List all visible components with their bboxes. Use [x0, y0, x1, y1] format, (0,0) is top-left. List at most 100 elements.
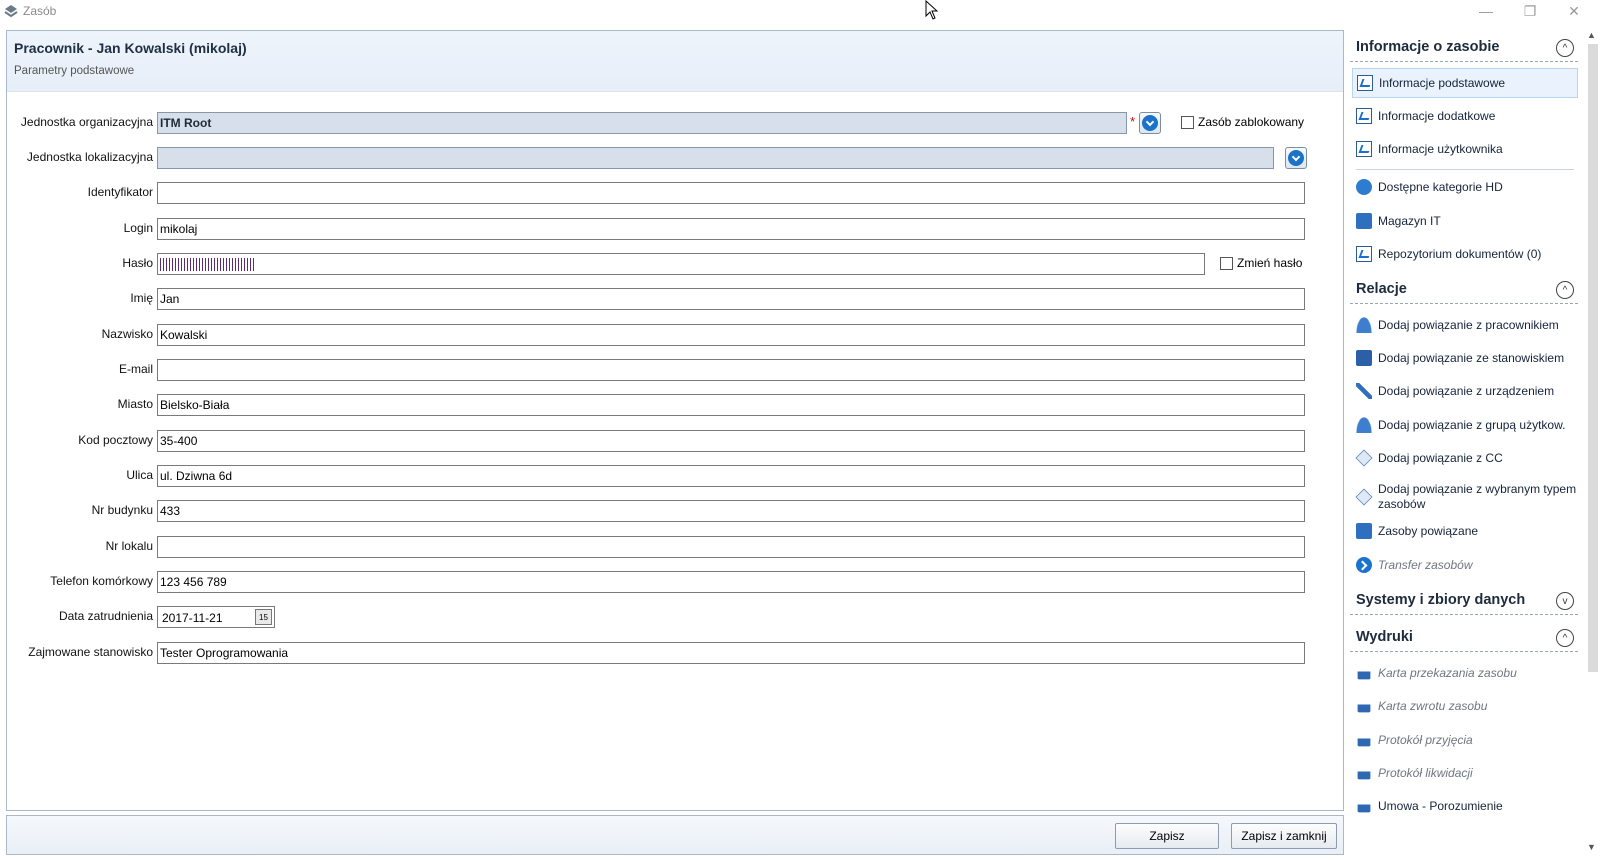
collapse-icon[interactable]: ^ — [1556, 281, 1574, 299]
side-item-basic-info[interactable]: Informacje podstawowe — [1352, 68, 1578, 98]
side-item-label: Dodaj powiązanie z pracownikiem — [1378, 317, 1559, 332]
building-no-input[interactable]: 433 — [157, 500, 1305, 522]
side-item-link-resource-type[interactable]: Dodaj powiązanie z wybranym typem zasobó… — [1352, 479, 1578, 515]
side-item-user-info[interactable]: Informacje użytkownika — [1352, 134, 1578, 164]
section-header-prints[interactable]: Wydruki ^ — [1350, 622, 1578, 652]
location-unit-field[interactable] — [157, 147, 1274, 169]
side-item-label: Dodaj powiązanie z grupą użytkow. — [1378, 417, 1566, 432]
scroll-up-icon[interactable]: ▲ — [1587, 30, 1596, 40]
close-button[interactable]: ✕ — [1552, 0, 1596, 22]
position-label: Zajmowane stanowisko — [28, 645, 153, 659]
minimize-button[interactable]: — — [1464, 0, 1508, 22]
side-item-document-repository[interactable]: Repozytorium dokumentów (0) — [1352, 239, 1578, 269]
section-header-info[interactable]: Informacje o zasobie ^ — [1350, 32, 1578, 62]
section-header-systems[interactable]: Systemy i zbiory danych v — [1350, 585, 1578, 615]
feed-icon — [1356, 179, 1372, 195]
password-label: Hasło — [122, 256, 153, 270]
section-header-relations[interactable]: Relacje ^ — [1350, 274, 1578, 304]
blocked-checkbox[interactable]: Zasób zablokowany — [1181, 115, 1304, 129]
apartment-no-label: Nr lokalu — [105, 539, 153, 553]
side-item-label: Transfer zasobów — [1378, 557, 1473, 572]
password-input[interactable] — [157, 253, 1205, 275]
side-item-print-liquidation[interactable]: Protokół likwidacji — [1352, 758, 1578, 788]
scroll-down-icon[interactable]: ▼ — [1587, 842, 1596, 852]
side-item-print-handover[interactable]: Karta przekazania zasobu — [1352, 658, 1578, 688]
expand-icon[interactable]: v — [1556, 592, 1574, 610]
org-unit-picker-button[interactable] — [1139, 112, 1161, 134]
side-item-additional-info[interactable]: Informacje dodatkowe — [1352, 101, 1578, 131]
row-city: Miasto Bielsko-Biała — [7, 394, 1343, 418]
mobile-label: Telefon komórkowy — [50, 574, 153, 588]
scrollbar-thumb[interactable] — [1588, 44, 1598, 672]
side-item-print-agreement[interactable]: Umowa - Porozumienie — [1352, 791, 1578, 821]
arrow-down-icon — [1288, 150, 1304, 166]
section-title-relations: Relacje — [1356, 281, 1407, 297]
location-unit-label: Jednostka lokalizacyjna — [26, 150, 153, 164]
password-mask — [160, 258, 255, 271]
row-login: Login mikolaj — [7, 218, 1343, 242]
change-password-checkbox-box[interactable] — [1220, 256, 1233, 270]
app-icon — [4, 5, 18, 18]
side-item-it-warehouse[interactable]: Magazyn IT — [1352, 206, 1578, 236]
save-button[interactable]: Zapisz — [1115, 823, 1219, 849]
side-item-link-position[interactable]: Dodaj powiązanie ze stanowiskiem — [1352, 343, 1578, 373]
side-item-label: Protokół przyjęcia — [1378, 732, 1473, 747]
required-mark: * — [1130, 114, 1136, 129]
blocked-checkbox-label: Zasób zablokowany — [1198, 115, 1305, 129]
org-unit-field[interactable]: ITM Root — [157, 112, 1127, 134]
postal-code-input[interactable]: 35-400 — [157, 430, 1305, 452]
title-bar: Zasób — ❐ ✕ — [0, 0, 1600, 24]
print-icon — [1357, 733, 1371, 747]
arrow-down-icon — [1142, 115, 1158, 131]
position-input[interactable]: Tester Oprogramowania — [157, 642, 1305, 664]
postal-code-label: Kod pocztowy — [78, 433, 153, 447]
side-item-transfer-resources[interactable]: Transfer zasobów — [1352, 550, 1578, 580]
row-password: Hasło Zmień hasło — [7, 253, 1343, 277]
side-item-label: Informacje użytkownika — [1378, 141, 1503, 156]
side-item-link-device[interactable]: Dodaj powiązanie z urządzeniem — [1352, 376, 1578, 406]
login-input[interactable]: mikolaj — [157, 218, 1305, 240]
login-label: Login — [123, 221, 153, 235]
apartment-no-input[interactable] — [157, 536, 1305, 558]
city-label: Miasto — [117, 397, 153, 411]
collapse-icon[interactable]: ^ — [1556, 629, 1574, 647]
collapse-icon[interactable]: ^ — [1556, 39, 1574, 57]
city-input[interactable]: Bielsko-Biała — [157, 394, 1305, 416]
last-name-input[interactable]: Kowalski — [157, 324, 1305, 346]
first-name-input[interactable]: Jan — [157, 288, 1305, 310]
print-icon — [1357, 666, 1371, 680]
street-input[interactable]: ul. Dziwna 6d — [157, 465, 1305, 487]
mobile-input[interactable]: 123 456 789 — [157, 571, 1305, 593]
side-item-hd-categories[interactable]: Dostępne kategorie HD — [1352, 172, 1578, 202]
row-postal-code: Kod pocztowy 35-400 — [7, 430, 1343, 454]
calendar-icon[interactable]: 15 — [255, 609, 272, 625]
side-item-print-return[interactable]: Karta zwrotu zasobu — [1352, 691, 1578, 721]
side-item-link-cc[interactable]: Dodaj powiązanie z CC — [1352, 443, 1578, 473]
blocked-checkbox-box[interactable] — [1181, 115, 1194, 129]
change-password-checkbox[interactable]: Zmień hasło — [1220, 256, 1302, 270]
side-item-label: Dodaj powiązanie ze stanowiskiem — [1378, 350, 1565, 365]
side-item-related-resources[interactable]: Zasoby powiązane — [1352, 516, 1578, 546]
resource-type-icon — [1355, 488, 1373, 506]
side-item-print-acceptance[interactable]: Protokół przyjęcia — [1352, 725, 1578, 755]
hire-date-input[interactable]: 2017-11-21 15 — [157, 606, 275, 628]
side-item-label: Magazyn IT — [1378, 213, 1441, 228]
side-item-label: Zasoby powiązane — [1378, 523, 1479, 538]
save-and-close-button[interactable]: Zapisz i zamknij — [1231, 823, 1337, 849]
side-scrollbar[interactable]: ▲ ▼ — [1584, 30, 1600, 856]
user-group-icon — [1356, 417, 1372, 433]
device-icon — [1356, 383, 1372, 399]
side-item-link-user-group[interactable]: Dodaj powiązanie z grupą użytkow. — [1352, 410, 1578, 440]
related-resources-icon — [1356, 523, 1372, 539]
first-name-label: Imię — [130, 291, 153, 305]
side-item-link-employee[interactable]: Dodaj powiązanie z pracownikiem — [1352, 310, 1578, 340]
restore-button[interactable]: ❐ — [1508, 0, 1552, 22]
side-item-label: Dostępne kategorie HD — [1378, 179, 1503, 194]
row-hire-date: Data zatrudnienia 2017-11-21 15 — [7, 606, 1343, 630]
location-unit-picker-button[interactable] — [1285, 147, 1307, 169]
email-input[interactable] — [157, 359, 1305, 381]
print-icon — [1357, 799, 1371, 813]
street-label: Ulica — [126, 468, 153, 482]
identifier-input[interactable] — [157, 182, 1305, 204]
repository-icon — [1356, 246, 1372, 262]
